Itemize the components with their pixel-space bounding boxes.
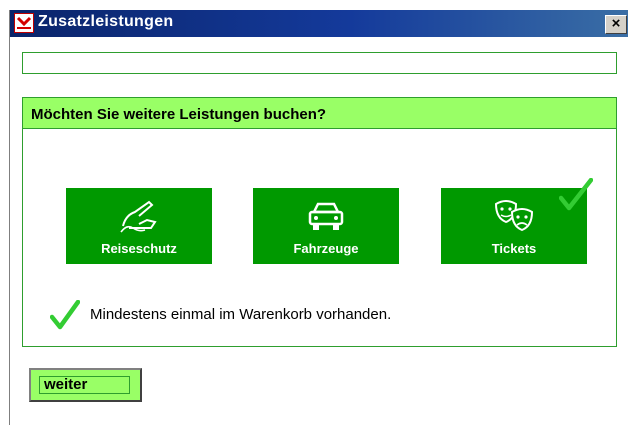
dialog-window: Zusatzleistungen × Möchten Sie weitere L… [9,10,628,425]
window-title: Zusatzleistungen [38,13,174,30]
car-icon [304,198,348,241]
status-field [22,52,617,74]
panel-heading: Möchten Sie weitere Leistungen buchen? [23,98,616,129]
tile-label-fahrzeuge: Fahrzeuge [293,241,359,256]
tile-label-reiseschutz: Reiseschutz [101,241,177,256]
tile-label-tickets: Tickets [491,241,537,256]
tile-reiseschutz[interactable]: Reiseschutz [66,188,212,264]
tile-fahrzeuge[interactable]: Fahrzeuge [253,188,399,264]
weiter-button-label: weiter [39,376,130,394]
theater-masks-icon [492,198,536,241]
weiter-button[interactable]: weiter [29,368,142,402]
check-icon [49,299,81,335]
tickets-selected-check-icon [558,177,594,217]
title-bar: Zusatzleistungen × [10,10,628,37]
basket-info-text: Mindestens einmal im Warenkorb vorhanden… [90,306,392,323]
signature-hand-icon [117,198,161,241]
close-button[interactable]: × [605,15,627,34]
app-logo-icon [14,13,34,33]
